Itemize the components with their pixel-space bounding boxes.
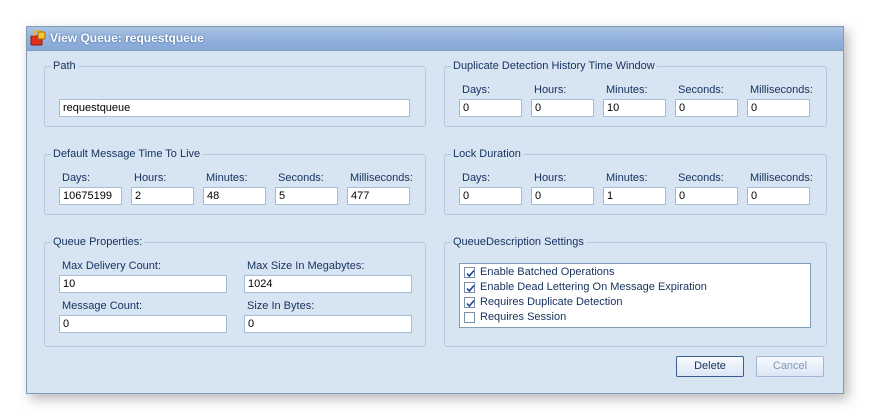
cancel-button[interactable]: Cancel: [756, 356, 824, 377]
lock-days-input[interactable]: 0: [459, 187, 522, 205]
ttl-minutes-label: Minutes:: [206, 172, 248, 184]
lock-duration-legend: Lock Duration: [451, 148, 523, 160]
duplicate-detection-group: Duplicate Detection History Time Window …: [444, 60, 827, 127]
max-size-label: Max Size In Megabytes:: [247, 260, 365, 272]
max-delivery-count-label: Max Delivery Count:: [62, 260, 162, 272]
ttl-milliseconds-input[interactable]: 477: [347, 187, 410, 205]
dup-milliseconds-label: Milliseconds:: [750, 84, 813, 96]
queue-settings-legend: QueueDescription Settings: [451, 236, 586, 248]
queue-properties-group: Queue Properties: Max Delivery Count: 10…: [44, 236, 426, 347]
ttl-seconds-input[interactable]: 5: [275, 187, 338, 205]
path-group: Path requestqueue: [44, 60, 426, 127]
ttl-days-label: Days:: [62, 172, 91, 184]
setting-duplicate-detection[interactable]: Requires Duplicate Detection: [464, 296, 804, 311]
lock-seconds-input[interactable]: 0: [675, 187, 738, 205]
dup-hours-label: Hours:: [534, 84, 567, 96]
queue-properties-legend: Queue Properties:: [51, 236, 145, 248]
message-count-input[interactable]: 0: [59, 315, 227, 333]
setting-label: Requires Session: [480, 311, 567, 323]
lock-milliseconds-label: Milliseconds:: [750, 172, 813, 184]
message-ttl-legend: Default Message Time To Live: [51, 148, 203, 160]
message-ttl-group: Default Message Time To Live Days: 10675…: [44, 148, 426, 215]
dup-days-label: Days:: [462, 84, 491, 96]
path-legend: Path: [51, 60, 78, 72]
setting-label: Enable Batched Operations: [480, 266, 615, 278]
ttl-seconds-label: Seconds:: [278, 172, 324, 184]
dup-minutes-label: Minutes:: [606, 84, 648, 96]
checkbox-dead-lettering[interactable]: [464, 282, 475, 293]
checkbox-batched-operations[interactable]: [464, 267, 475, 278]
setting-label: Requires Duplicate Detection: [480, 296, 623, 308]
ttl-hours-input[interactable]: 2: [131, 187, 194, 205]
ttl-hours-label: Hours:: [134, 172, 167, 184]
delete-button[interactable]: Delete: [676, 356, 744, 377]
checkbox-duplicate-detection[interactable]: [464, 297, 475, 308]
view-queue-dialog: View Queue: requestqueue Path requestque…: [26, 26, 844, 394]
dup-milliseconds-input[interactable]: 0: [747, 99, 810, 117]
setting-label: Enable Dead Lettering On Message Expirat…: [480, 281, 707, 293]
lock-minutes-input[interactable]: 1: [603, 187, 666, 205]
dup-seconds-label: Seconds:: [678, 84, 724, 96]
setting-batched-operations[interactable]: Enable Batched Operations: [464, 266, 804, 281]
title-bar[interactable]: View Queue: requestqueue: [27, 27, 843, 51]
dup-days-input[interactable]: 0: [459, 99, 522, 117]
path-input[interactable]: requestqueue: [59, 99, 410, 117]
lock-seconds-label: Seconds:: [678, 172, 724, 184]
ttl-minutes-input[interactable]: 48: [203, 187, 266, 205]
setting-requires-session[interactable]: Requires Session: [464, 311, 804, 326]
lock-duration-group: Lock Duration Days: 0 Hours: 0 Minutes: …: [444, 148, 827, 215]
settings-checklist: Enable Batched Operations Enable Dead Le…: [459, 263, 811, 328]
max-delivery-count-input[interactable]: 10: [59, 275, 227, 293]
lock-minutes-label: Minutes:: [606, 172, 648, 184]
setting-dead-lettering[interactable]: Enable Dead Lettering On Message Expirat…: [464, 281, 804, 296]
ttl-days-input[interactable]: 10675199: [59, 187, 122, 205]
lock-milliseconds-input[interactable]: 0: [747, 187, 810, 205]
lock-days-label: Days:: [462, 172, 491, 184]
queue-settings-group: QueueDescription Settings Enable Batched…: [444, 236, 827, 347]
dup-minutes-input[interactable]: 10: [603, 99, 666, 117]
size-in-bytes-input[interactable]: 0: [244, 315, 412, 333]
size-in-bytes-label: Size In Bytes:: [247, 300, 315, 312]
checkbox-requires-session[interactable]: [464, 312, 475, 323]
lock-hours-label: Hours:: [534, 172, 567, 184]
duplicate-detection-legend: Duplicate Detection History Time Window: [451, 60, 657, 72]
max-size-input[interactable]: 1024: [244, 275, 412, 293]
lock-hours-input[interactable]: 0: [531, 187, 594, 205]
window-title: View Queue: requestqueue: [50, 31, 204, 45]
dup-seconds-input[interactable]: 0: [675, 99, 738, 117]
dup-hours-input[interactable]: 0: [531, 99, 594, 117]
message-count-label: Message Count:: [62, 300, 143, 312]
queue-app-icon: [30, 29, 47, 47]
ttl-milliseconds-label: Milliseconds:: [350, 172, 413, 184]
